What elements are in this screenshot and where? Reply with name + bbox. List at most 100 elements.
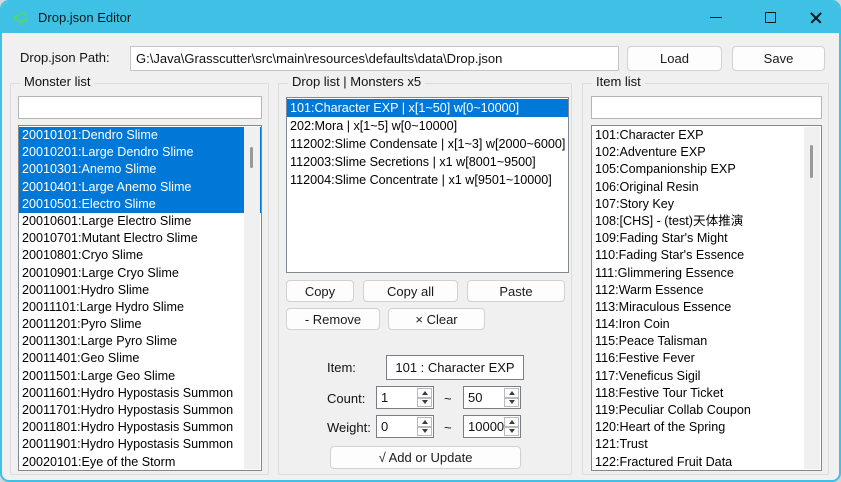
path-label: Drop.json Path: [20,50,110,65]
monster-list-item[interactable]: 20011101:Large Hydro Slime [19,299,261,316]
item-listbox[interactable]: 101:Character EXP102:Adventure EXP105:Co… [591,125,822,471]
item-list-item[interactable]: 106:Original Resin [592,179,821,196]
monster-list-item[interactable]: 20010401:Large Anemo Slime [19,179,261,196]
drop-list-item[interactable]: 112003:Slime Secretions | x1 w[8001~9500… [287,153,568,171]
add-or-update-button[interactable]: √ Add or Update [330,446,521,469]
load-button[interactable]: Load [627,46,722,71]
item-value-input[interactable] [386,355,524,380]
minimize-icon [710,17,722,18]
copy-button[interactable]: Copy [286,280,354,302]
spin-down-button[interactable] [504,398,519,408]
monster-list-title: Monster list [20,74,94,89]
item-list-item[interactable]: 102:Adventure EXP [592,144,821,161]
monster-listbox[interactable]: 20010101:Dendro Slime20010201:Large Dend… [18,125,262,471]
item-list-item[interactable]: 107:Story Key [592,196,821,213]
chevron-down-icon [509,400,515,404]
drop-list-item[interactable]: 101:Character EXP | x[1~50] w[0~10000] [287,99,568,117]
spin-down-button[interactable] [417,398,432,408]
item-list-item[interactable]: 116:Festive Fever [592,350,821,367]
drop-list-item[interactable]: 112004:Slime Concentrate | x1 w[9501~100… [287,171,568,189]
monster-scrollbar[interactable] [244,127,260,469]
monster-list-item[interactable]: 20010901:Large Cryo Slime [19,265,261,282]
chevron-up-icon [509,391,515,395]
item-scrollbar[interactable] [804,127,820,469]
item-list-item[interactable]: 108:[CHS] - (test)天体推演 [592,213,821,230]
item-list-item[interactable]: 105:Companionship EXP [592,161,821,178]
monster-list-item[interactable]: 20011201:Pyro Slime [19,316,261,333]
monster-list-item[interactable]: 20011801:Hydro Hypostasis Summon [19,419,261,436]
item-list-title: Item list [592,74,645,89]
monster-list-item[interactable]: 20010501:Electro Slime [19,196,261,213]
spin-down-button[interactable] [417,427,432,437]
item-scrollbar-thumb[interactable] [810,145,813,178]
drop-list-item[interactable]: 202:Mora | x[1~5] w[0~10000] [287,117,568,135]
chevron-down-icon [422,400,428,404]
monster-list-item[interactable]: 20011701:Hydro Hypostasis Summon [19,402,261,419]
spin-up-button[interactable] [417,417,432,427]
monster-list-item[interactable]: 20010301:Anemo Slime [19,161,261,178]
monster-list-item[interactable]: 20010701:Mutant Electro Slime [19,230,261,247]
monster-list-item[interactable]: 20010801:Cryo Slime [19,247,261,264]
count-max-spinner [463,386,521,409]
monster-list-item[interactable]: 20011401:Geo Slime [19,350,261,367]
item-list-item[interactable]: 113:Miraculous Essence [592,299,821,316]
save-button[interactable]: Save [732,46,825,71]
maximize-icon [765,12,776,23]
weight-min-input[interactable] [377,416,417,437]
monster-list-item[interactable]: 20011901:Hydro Hypostasis Summon [19,436,261,453]
item-list-item[interactable]: 120:Heart of the Spring [592,419,821,436]
monster-list-item[interactable]: 20011001:Hydro Slime [19,282,261,299]
paste-button[interactable]: Paste [467,280,565,302]
weight-min-spinner [376,415,434,438]
item-list-item[interactable]: 118:Festive Tour Ticket [592,385,821,402]
monster-list-item[interactable]: 20010101:Dendro Slime [19,127,261,144]
spin-up-button[interactable] [504,417,519,427]
count-min-input[interactable] [377,387,417,408]
item-search-input[interactable] [591,96,822,119]
chevron-up-icon [422,391,428,395]
client-area: Drop.json Path: Load Save Monster list 2… [2,33,839,480]
item-list-item[interactable]: 121:Trust [592,436,821,453]
drop-list-panel: Drop list | Monsters x5 101:Character EX… [278,83,572,475]
item-rows: 101:Character EXP102:Adventure EXP105:Co… [592,127,821,471]
item-list-item[interactable]: 110:Fading Star's Essence [592,247,821,264]
spin-down-button[interactable] [504,427,519,437]
monster-scrollbar-thumb[interactable] [250,147,253,168]
drop-listbox[interactable]: 101:Character EXP | x[1~50] w[0~10000]20… [286,97,569,273]
monster-list-item[interactable]: 20010601:Large Electro Slime [19,213,261,230]
item-list-item[interactable]: 117:Veneficus Sigil [592,368,821,385]
remove-button[interactable]: - Remove [286,308,380,330]
app-window: Drop.json Editor Drop.json Path: Load Sa… [0,0,841,482]
path-input[interactable] [130,46,619,71]
close-button[interactable] [798,2,834,33]
window-title: Drop.json Editor [38,10,131,25]
monster-list-item[interactable]: 20011601:Hydro Hypostasis Summon [19,385,261,402]
spin-up-button[interactable] [504,388,519,398]
weight-label: Weight: [327,420,371,435]
monster-list-item[interactable]: 20020101:Eye of the Storm [19,454,261,471]
monster-list-panel: Monster list 20010101:Dendro Slime200102… [10,83,269,475]
weight-max-input[interactable] [464,416,504,437]
minimize-button[interactable] [698,2,734,33]
clear-button[interactable]: × Clear [388,308,485,330]
drop-list-item[interactable]: 112002:Slime Condensate | x[1~3] w[2000~… [287,135,568,153]
monster-list-item[interactable]: 20011301:Large Pyro Slime [19,333,261,350]
item-list-item[interactable]: 114:Iron Coin [592,316,821,333]
chevron-down-icon [422,429,428,433]
item-list-item[interactable]: 109:Fading Star's Might [592,230,821,247]
spin-up-button[interactable] [417,388,432,398]
count-max-input[interactable] [464,387,504,408]
item-list-item[interactable]: 119:Peculiar Collab Coupon [592,402,821,419]
item-list-item[interactable]: 122:Fractured Fruit Data [592,454,821,471]
item-list-item[interactable]: 115:Peace Talisman [592,333,821,350]
monster-search-input[interactable] [18,96,262,119]
monster-list-item[interactable]: 20010201:Large Dendro Slime [19,144,261,161]
weight-max-spinner [463,415,521,438]
item-list-item[interactable]: 101:Character EXP [592,127,821,144]
copy-all-button[interactable]: Copy all [363,280,458,302]
drop-list-title: Drop list | Monsters x5 [288,74,425,89]
item-list-item[interactable]: 111:Glimmering Essence [592,265,821,282]
monster-list-item[interactable]: 20011501:Large Geo Slime [19,368,261,385]
maximize-button[interactable] [752,2,788,33]
item-list-item[interactable]: 112:Warm Essence [592,282,821,299]
